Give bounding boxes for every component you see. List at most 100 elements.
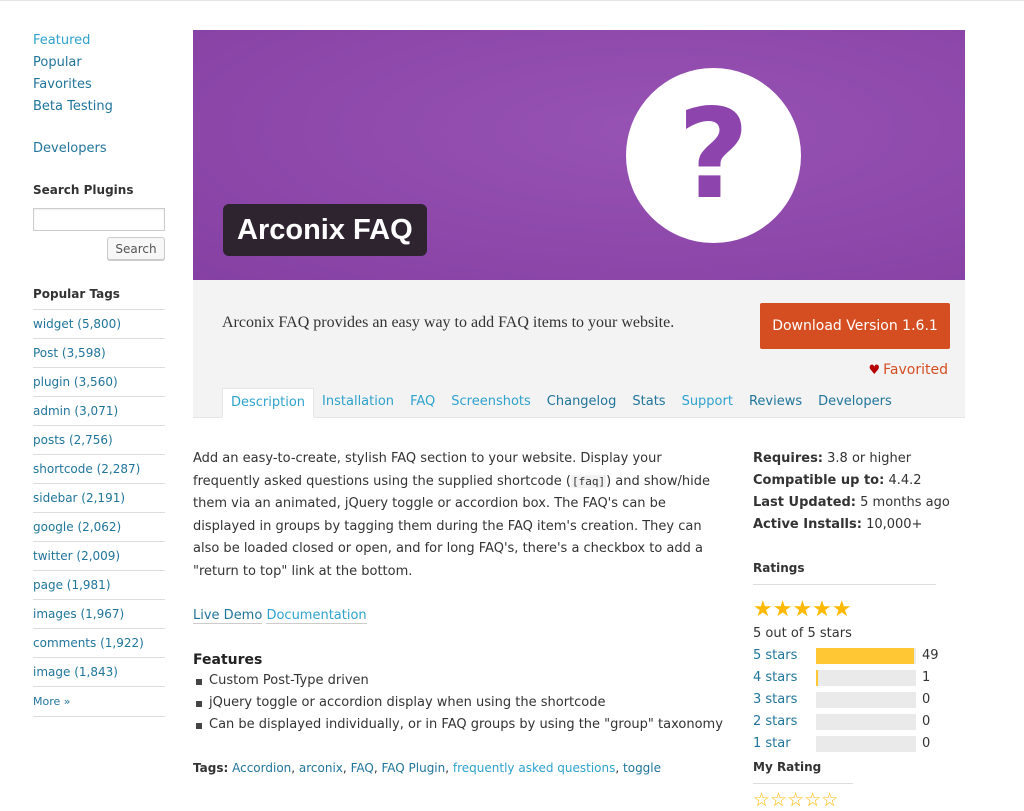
installs-label: Active Installs: — [753, 517, 862, 532]
tag-link[interactable]: image (1,843) — [33, 658, 165, 687]
search-button[interactable]: Search — [107, 237, 165, 260]
plugin-tag-link[interactable]: toggle — [623, 761, 661, 775]
star-rating-icon: ★★★★★ — [753, 597, 852, 622]
tag-link[interactable]: widget (5,800) — [33, 310, 165, 339]
compatible-row: Compatible up to: 4.4.2 — [753, 470, 953, 492]
favorited-toggle[interactable]: ♥ Favorited — [869, 362, 949, 378]
plugin-description: Add an easy-to-create, stylish FAQ secti… — [193, 448, 723, 779]
tab-developers[interactable]: Developers — [810, 388, 900, 418]
plugin-tag-link[interactable]: frequently asked questions — [453, 761, 615, 775]
tag-link[interactable]: twitter (2,009) — [33, 542, 165, 571]
list-item: Custom Post-Type driven — [196, 670, 723, 692]
rating-bar-row: 1 star 0 — [753, 733, 953, 755]
tag-link[interactable]: Post (3,598) — [33, 339, 165, 368]
rating-bar-count: 0 — [922, 714, 931, 729]
tag-link[interactable]: shortcode (2,287) — [33, 455, 165, 484]
rating-bar-count: 1 — [922, 670, 931, 685]
top-border — [0, 0, 1024, 1]
features-heading: Features — [193, 651, 263, 668]
rating-bar-link[interactable]: 3 stars — [753, 689, 816, 711]
nav-featured[interactable]: Featured — [33, 30, 165, 52]
plugin-tag-link[interactable]: FAQ Plugin — [381, 761, 445, 775]
nav-beta-testing[interactable]: Beta Testing — [33, 96, 165, 118]
rating-bar-row: 4 stars 1 — [753, 667, 953, 689]
rating-bar-link[interactable]: 1 star — [753, 733, 816, 755]
rating-bar-fill — [816, 670, 818, 686]
rating-bar-count: 49 — [922, 648, 939, 663]
tag-link[interactable]: plugin (3,560) — [33, 368, 165, 397]
tab-reviews[interactable]: Reviews — [741, 388, 810, 418]
tab-screenshots[interactable]: Screenshots — [443, 388, 539, 418]
requires-row: Requires: 3.8 or higher — [753, 448, 953, 470]
tab-changelog[interactable]: Changelog — [539, 388, 625, 418]
rating-bar — [816, 692, 916, 708]
rating-bar — [816, 714, 916, 730]
rating-bar-row: 2 stars 0 — [753, 711, 953, 733]
rating-bar-link[interactable]: 5 stars — [753, 645, 816, 667]
heart-icon: ♥ — [868, 363, 881, 378]
installs-value: 10,000+ — [866, 517, 923, 532]
plugin-banner: ? Arconix FAQ — [193, 30, 965, 280]
search-input[interactable] — [33, 208, 165, 231]
requires-value: 3.8 or higher — [827, 451, 912, 466]
plugin-tag-link[interactable]: arconix — [299, 761, 343, 775]
question-mark-icon: ? — [626, 68, 801, 243]
nav-popular[interactable]: Popular — [33, 52, 165, 74]
plugin-tabs: Description Installation FAQ Screenshots… — [222, 388, 900, 418]
tab-installation[interactable]: Installation — [314, 388, 402, 418]
rating-bar — [816, 648, 916, 664]
installs-row: Active Installs: 10,000+ — [753, 514, 953, 536]
tags-label: Tags: — [193, 760, 229, 775]
rating-bar-row: 3 stars 0 — [753, 689, 953, 711]
banner-title: Arconix FAQ — [223, 204, 427, 256]
download-button[interactable]: Download Version 1.6.1 — [760, 303, 950, 349]
live-demo-link[interactable]: Live Demo — [193, 608, 263, 624]
my-rating-stars-icon[interactable]: ☆☆☆☆☆ — [753, 790, 953, 810]
more-tags-link[interactable]: More » — [33, 687, 165, 717]
sidebar: Featured Popular Favorites Beta Testing … — [33, 30, 165, 717]
tab-support[interactable]: Support — [674, 388, 741, 418]
nav-developers[interactable]: Developers — [33, 138, 165, 160]
popular-tags-list: widget (5,800) Post (3,598) plugin (3,56… — [33, 310, 165, 717]
tag-link[interactable]: page (1,981) — [33, 571, 165, 600]
tag-link[interactable]: google (2,062) — [33, 513, 165, 542]
nav-favorites[interactable]: Favorites — [33, 74, 165, 96]
tag-link[interactable]: sidebar (2,191) — [33, 484, 165, 513]
rating-bar — [816, 670, 916, 686]
short-description: Arconix FAQ provides an easy way to add … — [222, 314, 675, 331]
documentation-link[interactable]: Documentation — [266, 608, 367, 624]
search-plugins-heading: Search Plugins — [33, 183, 134, 197]
popular-tags-heading: Popular Tags — [33, 287, 165, 310]
tag-link[interactable]: images (1,967) — [33, 600, 165, 629]
tag-link[interactable]: admin (3,071) — [33, 397, 165, 426]
requires-label: Requires: — [753, 451, 824, 466]
list-item: jQuery toggle or accordion display when … — [196, 692, 723, 714]
plugin-header: Arconix FAQ provides an easy way to add … — [193, 280, 965, 418]
tab-faq[interactable]: FAQ — [402, 388, 443, 418]
favorited-label: Favorited — [883, 362, 948, 378]
rating-bar-link[interactable]: 2 stars — [753, 711, 816, 733]
sidebar-nav: Featured Popular Favorites Beta Testing … — [33, 30, 165, 160]
features-list: Custom Post-Type driven jQuery toggle or… — [193, 670, 723, 736]
tab-stats[interactable]: Stats — [624, 388, 673, 418]
rating-bar-link[interactable]: 4 stars — [753, 667, 816, 689]
plugin-tags: Tags: Accordion, arconix, FAQ, FAQ Plugi… — [193, 760, 662, 775]
plugin-tag-link[interactable]: Accordion — [232, 761, 291, 775]
description-text-part: ) and show/hide them via an animated, jQ… — [193, 473, 710, 579]
my-rating-heading: My Rating — [753, 756, 853, 784]
tag-link[interactable]: posts (2,756) — [33, 426, 165, 455]
description-text: Add an easy-to-create, stylish FAQ secti… — [193, 448, 723, 583]
compatible-value: 4.4.2 — [888, 473, 922, 488]
rating-bar-row: 5 stars 49 — [753, 645, 953, 667]
plugin-meta: Requires: 3.8 or higher Compatible up to… — [753, 448, 953, 810]
plugin-tag-link[interactable]: FAQ — [351, 761, 374, 775]
rating-text: 5 out of 5 stars — [753, 626, 852, 641]
rating-bar-count: 0 — [922, 692, 931, 707]
ratings-heading: Ratings — [753, 557, 936, 585]
tag-link[interactable]: comments (1,922) — [33, 629, 165, 658]
rating-breakdown: 5 stars 49 4 stars 1 3 stars 0 2 stars 0… — [753, 645, 953, 755]
updated-row: Last Updated: 5 months ago — [753, 492, 953, 514]
tab-description[interactable]: Description — [222, 388, 315, 418]
description-links: Live Demo Documentation — [193, 605, 723, 628]
shortcode-code: [faq] — [570, 474, 607, 488]
